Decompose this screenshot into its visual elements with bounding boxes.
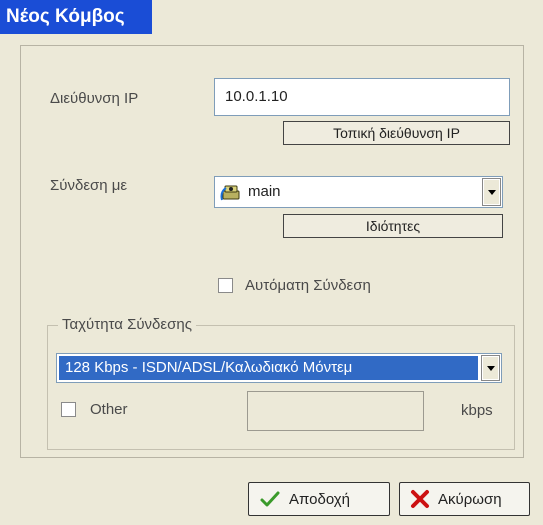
new-node-dialog: Νέος Κόμβος Διεύθυνση IP 10.0.1.10 Τοπικ… <box>0 0 543 525</box>
network-connection-icon <box>220 182 242 202</box>
ip-label: Διεύθυνση IP <box>50 90 139 107</box>
cancel-button[interactable]: Ακύρωση <box>399 482 530 516</box>
speed-unit: kbps <box>461 402 493 419</box>
other-speed-input[interactable] <box>247 391 424 431</box>
properties-button[interactable]: Ιδιότητες <box>283 214 503 238</box>
title-bar: Νέος Κόμβος <box>0 0 543 34</box>
other-speed-label: Other <box>90 401 128 418</box>
ok-label: Αποδοχή <box>289 490 350 508</box>
speed-groupbox <box>47 325 515 450</box>
speed-selected-value: 128 Kbps - ISDN/ADSL/Καλωδιακό Μόντεμ <box>59 356 478 380</box>
local-ip-button[interactable]: Τοπική διεύθυνση IP <box>283 121 510 145</box>
ok-button[interactable]: Αποδοχή <box>248 482 390 516</box>
auto-connect-label: Αυτόματη Σύνδεση <box>245 277 371 294</box>
speed-select[interactable]: 128 Kbps - ISDN/ADSL/Καλωδιακό Μόντεμ <box>56 353 502 383</box>
other-speed-checkbox[interactable] <box>61 402 76 417</box>
connection-value: main <box>248 183 281 200</box>
cancel-label: Ακύρωση <box>438 490 502 508</box>
close-icon <box>410 489 430 509</box>
connection-select[interactable]: main <box>214 176 503 208</box>
ip-address-input[interactable]: 10.0.1.10 <box>214 78 510 116</box>
auto-connect-checkbox[interactable] <box>218 278 233 293</box>
connection-label: Σύνδεση με <box>50 177 128 194</box>
speed-group-title: Ταχύτητα Σύνδεσης <box>58 316 196 333</box>
dialog-title: Νέος Κόμβος <box>0 0 152 34</box>
chevron-down-icon[interactable] <box>482 178 501 206</box>
chevron-down-icon[interactable] <box>481 355 500 381</box>
check-icon <box>259 489 281 509</box>
